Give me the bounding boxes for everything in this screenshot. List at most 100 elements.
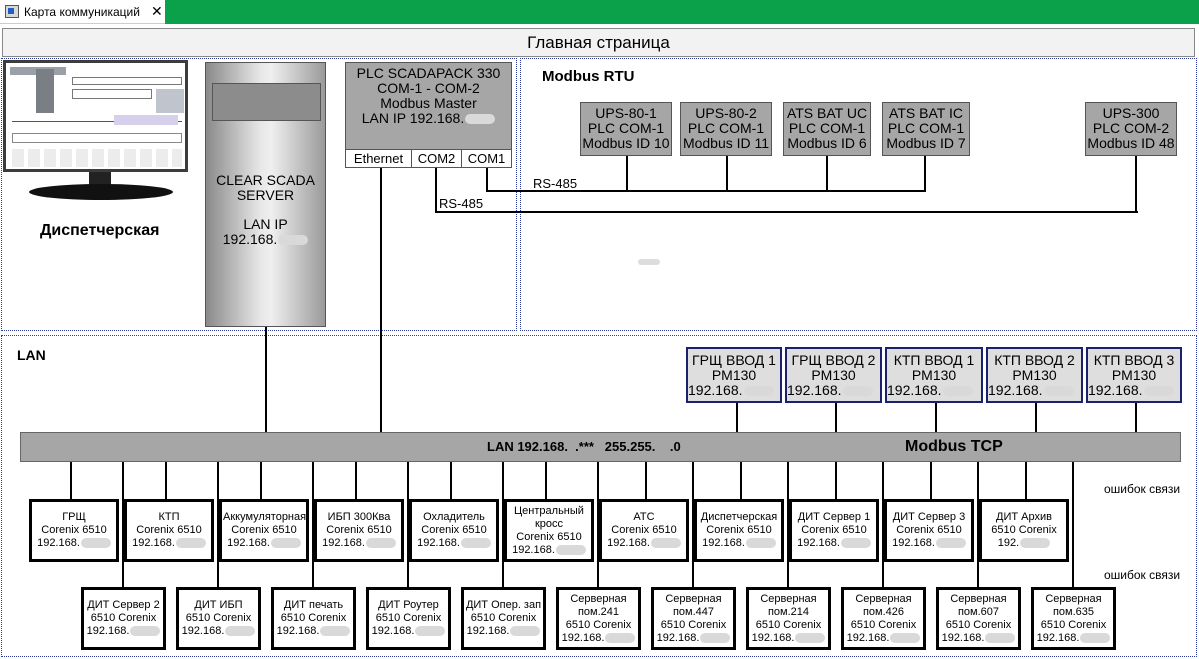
switch-server-607[interactable]: Серверная пом.607 6510 Corenix 192.168. xyxy=(936,587,1021,650)
switch-server-635[interactable]: Серверная пом.635 6510 Corenix 192.168. xyxy=(1031,587,1116,650)
main-page-button[interactable]: Главная страница xyxy=(2,28,1195,57)
switch-name: ИБП 300Ква xyxy=(327,511,391,523)
rtu-device-ats-uc[interactable]: ATS BAT UC PLC COM-1 Modbus ID 6 xyxy=(783,102,871,156)
switch-server-241[interactable]: Серверная пом.241 6510 Corenix 192.168. xyxy=(556,587,641,650)
comm-errors-label-2: ошибок связи xyxy=(1104,568,1181,582)
device-id: Modbus ID 48 xyxy=(1087,135,1175,151)
switch-name: Серверная пом.241 xyxy=(570,592,627,618)
meter-ip: 192.168. xyxy=(887,382,942,398)
status-bar-green xyxy=(165,0,1199,24)
switch-dit-archive[interactable]: ДИТ Архив 6510 Corenix 192. xyxy=(979,499,1069,562)
device-port: PLC COM-2 xyxy=(1092,120,1170,136)
scada-server[interactable]: CLEAR SCADA SERVER LAN IP 192.168. xyxy=(205,62,326,327)
switch-model: Corenix 6510 xyxy=(136,524,202,536)
switch-dit-router[interactable]: ДИТ Роутер 6510 Corenix 192.168. xyxy=(366,587,451,650)
switch-server-447[interactable]: Серверная пом.447 6510 Corenix 192.168. xyxy=(651,587,736,650)
switch-dispatch[interactable]: Диспетчерская Corenix 6510 192.168. xyxy=(694,499,784,562)
switch-model: Corenix 6510 xyxy=(801,524,867,536)
rtu-device-ups80-2[interactable]: UPS-80-2 PLC COM-1 Modbus ID 11 xyxy=(680,102,772,156)
row1-drop xyxy=(70,462,72,499)
switch-ip: 192.168. xyxy=(371,625,415,637)
rtu-drop-3 xyxy=(826,156,828,191)
device-name: UPS-300 xyxy=(1102,105,1160,121)
switch-ktp[interactable]: КТП Corenix 6510 192.168. xyxy=(124,499,214,562)
switch-grsh[interactable]: ГРЩ Corenix 6510 192.168. xyxy=(29,499,119,562)
meter-grsh-2[interactable]: ГРЩ ВВОД 2 PM130 192.168. xyxy=(785,347,882,403)
switch-central-cross[interactable]: Центральный кросс Corenix 6510 192.168. xyxy=(504,499,594,562)
switch-dit-print[interactable]: ДИТ печать 6510 Corenix 192.168. xyxy=(271,587,356,650)
switch-battery-room[interactable]: Аккумуляторная Corenix 6510 192.168. xyxy=(219,499,309,562)
switch-model: 6510 Corenix xyxy=(470,612,537,624)
switch-name: Аккумуляторная xyxy=(223,511,307,523)
device-name: UPS-80-1 xyxy=(595,105,657,121)
dispatch-label: Диспетчерская xyxy=(40,222,160,239)
row1-drop xyxy=(545,462,547,499)
meter-ktp-3[interactable]: КТП ВВОД 3 PM130 192.168. xyxy=(1086,347,1182,403)
rtu-device-ups80-1[interactable]: UPS-80-1 PLC COM-1 Modbus ID 10 xyxy=(580,102,672,156)
switch-ip: 192.168. xyxy=(846,631,890,644)
meter-ktp-2[interactable]: КТП ВВОД 2 PM130 192.168. xyxy=(986,347,1083,403)
device-port: PLC COM-1 xyxy=(587,120,665,136)
switch-model: 6510 Corenix xyxy=(375,612,442,624)
switch-dit-server-2[interactable]: ДИТ Сервер 2 6510 Corenix 192.168. xyxy=(81,587,166,650)
port-ethernet[interactable]: Ethernet xyxy=(346,150,412,167)
switch-ip: 192.168. xyxy=(227,537,270,549)
switch-dit-server-1[interactable]: ДИТ Сервер 1 Corenix 6510 192.168. xyxy=(789,499,879,562)
plc-ip: LAN IP 192.168. xyxy=(361,110,465,126)
switch-name: ДИТ Сервер 3 xyxy=(892,511,966,523)
switch-model: 6510 Corenix xyxy=(565,618,632,631)
switch-name: АТС xyxy=(633,511,655,523)
switch-dit-ups[interactable]: ДИТ ИБП 6510 Corenix 192.168. xyxy=(176,587,261,650)
meter-grsh-1[interactable]: ГРЩ ВВОД 1 PM130 192.168. xyxy=(686,347,782,403)
switch-chiller[interactable]: Охладитель Corenix 6510 192.168. xyxy=(409,499,499,562)
server-title-2: SERVER xyxy=(236,187,295,203)
meter-model: PM130 xyxy=(911,367,957,383)
switch-model: 6510 Corenix xyxy=(1040,618,1107,631)
blur-mark xyxy=(638,259,660,265)
row1-drop xyxy=(740,462,742,499)
switch-dit-server-3[interactable]: ДИТ Сервер 3 Corenix 6510 192.168. xyxy=(884,499,974,562)
switch-dit-oper[interactable]: ДИТ Опер. зап 6510 Corenix 192.168. xyxy=(461,587,546,650)
comm-errors-label-1: ошибок связи xyxy=(1104,482,1181,496)
switch-server-426[interactable]: Серверная пом.426 6510 Corenix 192.168. xyxy=(841,587,926,650)
switch-model: Corenix 6510 xyxy=(326,524,392,536)
switch-ups-300[interactable]: ИБП 300Ква Corenix 6510 192.168. xyxy=(314,499,404,562)
rtu-device-ats-ic[interactable]: ATS BAT IC PLC COM-1 Modbus ID 7 xyxy=(882,102,970,156)
meter-name: КТП ВВОД 3 xyxy=(1093,352,1175,368)
modbus-rtu-section xyxy=(520,58,1197,331)
switch-model: Corenix 6510 xyxy=(41,524,107,536)
switch-ip: 192.168. xyxy=(1036,631,1080,644)
server-title-1: CLEAR SCADA xyxy=(216,172,315,188)
switch-ip: 192.168. xyxy=(322,537,365,549)
port-com2[interactable]: COM2 xyxy=(412,150,462,167)
rs485-label-b: RS-485 xyxy=(439,196,484,211)
lan-bus[interactable]: LAN 192.168. .*** 255.255. .0 Modbus TCP xyxy=(20,432,1181,462)
switch-ip: 192.168. xyxy=(656,631,700,644)
meter-drop-2 xyxy=(835,403,837,433)
switch-model: 6510 Corenix xyxy=(90,612,157,624)
switch-ip: 192.168. xyxy=(561,631,605,644)
plc-title: PLC SCADAPACK 330 xyxy=(356,65,501,81)
device-port: PLC COM-1 xyxy=(788,120,866,136)
switch-name: КТП xyxy=(158,511,180,523)
monitor-icon[interactable] xyxy=(3,60,188,200)
row1-drop xyxy=(355,462,357,499)
switch-name: ДИТ Опер. зап xyxy=(465,599,542,611)
meter-model: PM130 xyxy=(711,367,757,383)
meter-model: PM130 xyxy=(1012,367,1057,383)
port-com1[interactable]: COM1 xyxy=(462,150,511,167)
switch-model: 6510 Corenix xyxy=(945,618,1012,631)
switch-ip: 192.168. xyxy=(181,625,225,637)
window-tab-title[interactable]: Карта коммуникаций xyxy=(24,5,140,19)
switch-ip: 192.168. xyxy=(417,537,460,549)
switch-server-214[interactable]: Серверная пом.214 6510 Corenix 192.168. xyxy=(746,587,831,650)
meter-ktp-1[interactable]: КТП ВВОД 1 PM130 192.168. xyxy=(885,347,983,403)
device-port: PLC COM-1 xyxy=(887,120,965,136)
close-icon[interactable]: ✕ xyxy=(151,3,163,20)
switch-name: ДИТ Роутер xyxy=(378,599,439,611)
switch-ats[interactable]: АТС Corenix 6510 192.168. xyxy=(599,499,689,562)
switch-name: Серверная пом.426 xyxy=(855,592,912,618)
rtu-device-ups300[interactable]: UPS-300 PLC COM-2 Modbus ID 48 xyxy=(1085,102,1177,156)
plc-scadapack[interactable]: PLC SCADAPACK 330 COM-1 - COM-2 Modbus M… xyxy=(345,62,512,150)
meter-ip: 192.168. xyxy=(988,382,1043,398)
